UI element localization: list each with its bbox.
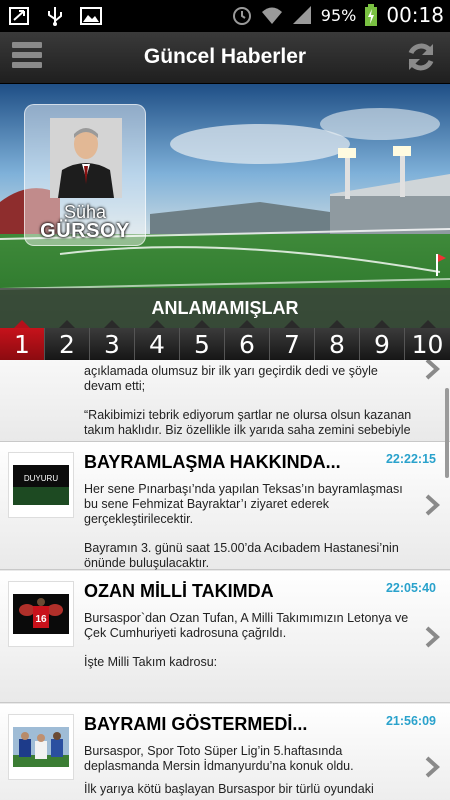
signal-icon: [292, 6, 311, 24]
news-body: Her sene Pınarbaşı’nda yapılan Teksas’ın…: [84, 482, 414, 585]
pager-item-6[interactable]: 6: [225, 320, 270, 360]
chevron-right-icon[interactable]: [424, 756, 440, 778]
featured-news-banner[interactable]: Süha GÜRSOY ANLAMAMIŞLAR: [0, 84, 450, 360]
battery-percent: 95%: [320, 5, 357, 25]
news-paragraph: İlk yarıya kötü başlayan Bursaspor bir t…: [84, 782, 374, 796]
pager-item-5[interactable]: 5: [180, 320, 225, 360]
list-item[interactable]: açıklamada olumsuz bir ilk yarı geçirdik…: [0, 360, 450, 442]
news-thumbnail: [8, 714, 74, 780]
pager-item-2[interactable]: 2: [45, 320, 90, 360]
news-headline: BAYRAMLAŞMA HAKKINDA...: [84, 452, 341, 472]
list-item[interactable]: DUYURU BAYRAMLAŞMA HAKKINDA... 22:22:15 …: [0, 442, 450, 570]
news-paragraph: Her sene Pınarbaşı’nda yapılan Teksas’ın…: [84, 482, 403, 526]
alarm-icon: [232, 7, 251, 25]
status-bar: 95% 00:18: [0, 0, 450, 32]
gallery-icon: [80, 7, 102, 25]
news-body: Bursaspor`dan Ozan Tufan, A Milli Takımı…: [84, 611, 414, 684]
columnist-photo: [50, 118, 122, 198]
pager-item-1[interactable]: 1: [0, 320, 45, 360]
pager-item-4[interactable]: 4: [135, 320, 180, 360]
battery-charging-icon: [365, 4, 378, 26]
chevron-right-icon[interactable]: [424, 494, 440, 516]
pager-item-8[interactable]: 8: [315, 320, 360, 360]
news-thumbnail: 16: [8, 581, 74, 647]
svg-text:16: 16: [35, 614, 47, 625]
news-headline: BAYRAMI GÖSTERMEDİ...: [84, 714, 308, 734]
list-scrollbar[interactable]: [445, 388, 449, 478]
pager-item-10[interactable]: 10: [405, 320, 450, 360]
chevron-right-icon[interactable]: [424, 360, 440, 380]
news-headline: OZAN MİLLİ TAKIMDA: [84, 581, 274, 601]
columnist-last-name: GÜRSOY: [40, 220, 130, 242]
clock: 00:18: [386, 3, 444, 27]
news-paragraph: Bursaspor`dan Ozan Tufan, A Milli Takımı…: [84, 611, 409, 640]
usb-icon: [48, 7, 62, 26]
news-list: açıklamada olumsuz bir ilk yarı geçirdik…: [0, 360, 450, 800]
news-thumbnail: DUYURU: [8, 452, 74, 518]
news-paragraph: açıklamada olumsuz bir ilk yarı geçirdik…: [84, 364, 378, 393]
slide-pager: 1 2 3 4 5 6 7 8 9 10: [0, 320, 450, 360]
news-body: Bursaspor, Spor Toto Süper Lig’in 5.haft…: [84, 744, 414, 800]
news-time: 22:05:40: [385, 581, 436, 595]
refresh-icon[interactable]: [404, 40, 438, 74]
list-item[interactable]: 16 OZAN MİLLİ TAKIMDA 22:05:40 Bursaspor…: [0, 571, 450, 703]
news-paragraph: Bayramın 3. günü saat 15.00’da Acıbadem …: [84, 541, 399, 570]
notification-icon: [9, 7, 29, 25]
thumb-label: DUYURU: [24, 474, 58, 483]
news-paragraph: “Rakibimizi tebrik ediyorum şartlar ne o…: [84, 408, 412, 437]
page-title: Güncel Haberler: [143, 45, 307, 68]
news-paragraph: Bursaspor, Spor Toto Süper Lig’in 5.haft…: [84, 744, 354, 773]
pager-item-7[interactable]: 7: [270, 320, 315, 360]
news-body: açıklamada olumsuz bir ilk yarı geçirdik…: [84, 364, 414, 452]
list-item[interactable]: BAYRAMI GÖSTERMEDİ... 21:56:09 Bursaspor…: [0, 704, 450, 800]
wifi-icon: [261, 7, 282, 24]
title-bar: Güncel Haberler: [0, 32, 450, 84]
news-time: 21:56:09: [385, 714, 436, 728]
news-time: 22:22:15: [385, 452, 436, 466]
pager-item-3[interactable]: 3: [90, 320, 135, 360]
pager-item-9[interactable]: 9: [360, 320, 405, 360]
chevron-right-icon[interactable]: [424, 626, 440, 648]
news-paragraph: İşte Milli Takım kadrosu:: [84, 655, 218, 669]
